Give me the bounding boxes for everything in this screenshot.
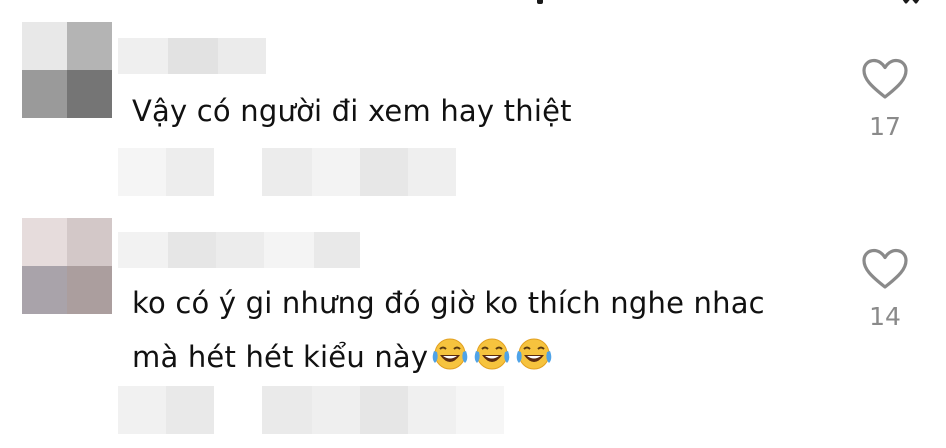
like-count: 14: [869, 302, 901, 331]
comment-text: ko có ý gi nhưng đó giờ ko thích nghe nh…: [132, 276, 812, 384]
comment-meta-blurred: [118, 386, 504, 434]
face-with-tears-of-joy-icon: [516, 338, 552, 370]
like-button[interactable]: 14: [858, 248, 912, 331]
comment-item: ko có ý gi nhưng đó giờ ko thích nghe nh…: [0, 0, 946, 448]
face-with-tears-of-joy-icon: [474, 338, 510, 370]
comment-list: Vậy có người đi xem hay thiệt 17 ko có ý…: [0, 0, 946, 448]
heart-icon: [862, 248, 908, 289]
emoji-group: [428, 338, 554, 374]
username-blurred[interactable]: [118, 232, 360, 268]
face-with-tears-of-joy-icon: [432, 338, 468, 370]
avatar[interactable]: [22, 218, 112, 314]
